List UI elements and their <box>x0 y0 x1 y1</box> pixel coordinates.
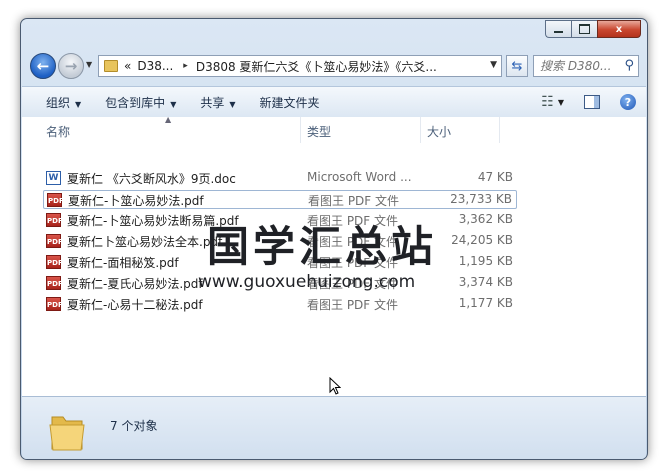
forward-button[interactable]: → <box>58 53 84 79</box>
pdf-file-icon: PDF <box>46 234 63 248</box>
file-size: 24,205 KB <box>451 233 513 247</box>
file-size: 1,195 KB <box>458 254 513 268</box>
details-pane: 7 个对象 <box>22 396 646 459</box>
column-headers: ▲ 名称 类型 大小 <box>22 115 646 143</box>
recent-pages-chevron-down-icon[interactable]: ▼ <box>86 60 92 69</box>
explorer-window: x ← → ▼ « D38... ▸ D3808 夏新仁六爻《卜筮心易妙法》《六… <box>20 18 648 460</box>
table-row[interactable]: W 夏新仁 《六爻断风水》9页.doc Microsoft Word ... 4… <box>43 169 517 188</box>
file-list: ▲ 名称 类型 大小 W 夏新仁 《六爻断风水》9页.doc Microsoft… <box>22 115 646 396</box>
minimize-button[interactable] <box>545 20 571 38</box>
pdf-file-icon: PDF <box>46 276 63 290</box>
file-name: 夏新仁-卜筮心易妙法.pdf <box>68 194 204 208</box>
arrow-right-icon: → <box>64 57 78 75</box>
file-size: 3,374 KB <box>458 275 513 289</box>
folder-icon <box>49 416 85 451</box>
share-button[interactable]: 共享 ▼ <box>200 94 235 111</box>
new-folder-button[interactable]: 新建文件夹 <box>260 94 320 111</box>
maximize-button[interactable] <box>571 20 597 38</box>
breadcrumb-current[interactable]: D3808 夏新仁六爻《卜筮心易妙法》《六爻... <box>196 58 437 75</box>
item-count: 7 个对象 <box>110 419 158 433</box>
watermark-url: www.guoxuehuizong.com <box>198 272 416 292</box>
search-box[interactable]: ⚲ <box>533 55 639 77</box>
file-name: 夏新仁卜筮心易妙法全本.pdf <box>67 235 223 249</box>
chevron-down-icon: ▼ <box>75 99 82 109</box>
chevron-down-icon: ▼ <box>170 99 177 109</box>
table-row[interactable]: PDF 夏新仁-心易十二秘法.pdf 看图王 PDF 文件 1,177 KB <box>43 295 517 314</box>
organize-label: 组织 <box>46 95 71 110</box>
file-name: 夏新仁 《六爻断风水》9页.doc <box>67 172 236 186</box>
folder-icon <box>104 60 118 72</box>
maximize-icon <box>579 24 590 34</box>
command-bar: 组织 ▼ 包含到库中 ▼ 共享 ▼ 新建文件夹 ☷ ▼ ? <box>22 86 646 118</box>
column-divider[interactable] <box>300 117 301 143</box>
table-row[interactable]: PDF 夏新仁-卜筮心易妙法.pdf 看图王 PDF 文件 23,733 KB <box>43 190 517 209</box>
include-in-library-button[interactable]: 包含到库中 ▼ <box>105 94 176 111</box>
file-type: 看图王 PDF 文件 <box>307 298 399 312</box>
refresh-button[interactable]: ⇆ <box>506 55 528 77</box>
view-controls: ☷ ▼ ? <box>541 87 646 117</box>
file-type: 看图王 PDF 文件 <box>308 194 400 208</box>
column-divider[interactable] <box>499 117 500 143</box>
watermark-title: 国学汇总站 <box>207 222 438 271</box>
column-header-size[interactable]: 大小 <box>427 123 451 140</box>
file-name: 夏新仁-夏氏心易妙法.pdf <box>67 277 203 291</box>
search-icon[interactable]: ⚲ <box>624 58 634 73</box>
file-type: Microsoft Word ... <box>307 170 412 184</box>
view-options-icon[interactable]: ☷ <box>541 94 554 110</box>
sort-ascending-icon: ▲ <box>165 115 172 124</box>
address-chevron-down-icon[interactable]: ▼ <box>490 60 497 70</box>
mouse-cursor-icon <box>329 377 341 395</box>
breadcrumb-parent[interactable]: D38... <box>137 59 173 73</box>
word-doc-icon: W <box>46 171 61 185</box>
pdf-file-icon: PDF <box>46 297 63 311</box>
preview-pane-icon[interactable] <box>584 95 600 109</box>
pdf-file-icon: PDF <box>47 193 64 207</box>
address-overflow[interactable]: « <box>124 59 131 73</box>
file-name: 夏新仁-心易十二秘法.pdf <box>67 298 203 312</box>
search-input[interactable] <box>534 59 622 73</box>
refresh-icon: ⇆ <box>511 58 523 74</box>
close-icon: x <box>615 23 623 35</box>
pdf-file-icon: PDF <box>46 213 63 227</box>
file-size: 23,733 KB <box>450 192 512 206</box>
file-size: 1,177 KB <box>458 296 513 310</box>
breadcrumb-separator-icon[interactable]: ▸ <box>183 61 188 71</box>
address-bar[interactable]: « D38... ▸ D3808 夏新仁六爻《卜筮心易妙法》《六爻... ▼ <box>98 55 502 77</box>
organize-button[interactable]: 组织 ▼ <box>46 94 81 111</box>
file-size: 47 KB <box>477 170 513 184</box>
minimize-icon <box>554 31 563 33</box>
pdf-file-icon: PDF <box>46 255 63 269</box>
caption-buttons: x <box>545 20 641 38</box>
view-chevron-down-icon[interactable]: ▼ <box>558 98 564 107</box>
help-icon[interactable]: ? <box>620 94 636 110</box>
share-label: 共享 <box>200 95 225 110</box>
file-size: 3,362 KB <box>458 212 513 226</box>
column-divider[interactable] <box>420 117 421 143</box>
navigation-bar: ← → ▼ « D38... ▸ D3808 夏新仁六爻《卜筮心易妙法》《六爻.… <box>21 51 647 81</box>
arrow-left-icon: ← <box>36 57 50 75</box>
back-button[interactable]: ← <box>30 53 56 79</box>
close-button[interactable]: x <box>597 20 641 38</box>
include-in-library-label: 包含到库中 <box>105 95 166 110</box>
column-header-type[interactable]: 类型 <box>307 123 331 140</box>
file-name: 夏新仁-面相秘笈.pdf <box>67 256 179 270</box>
chevron-down-icon: ▼ <box>229 99 236 109</box>
column-header-name[interactable]: 名称 <box>46 123 70 140</box>
